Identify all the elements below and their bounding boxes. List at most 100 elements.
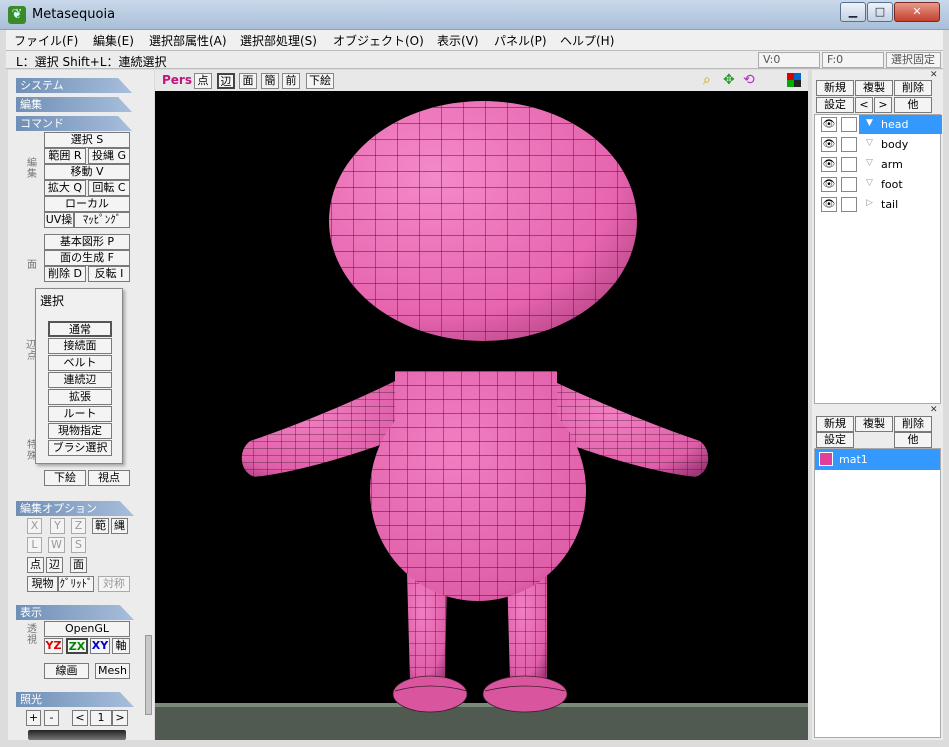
material-panel-close-icon[interactable]: ✕: [930, 405, 938, 415]
color-grid-icon[interactable]: [787, 73, 801, 87]
delete-button[interactable]: 削除 D: [44, 266, 86, 282]
uv-button[interactable]: UV操: [44, 212, 74, 228]
select-brush-button[interactable]: ブラシ選択: [48, 440, 112, 456]
view-front-button[interactable]: 前: [282, 73, 300, 89]
axis-z-toggle[interactable]: Z: [71, 518, 86, 534]
face-toggle[interactable]: 面: [70, 557, 87, 573]
menu-select-proc[interactable]: 選択部処理(S): [240, 32, 317, 49]
3d-viewport[interactable]: [155, 91, 808, 740]
range-button[interactable]: 範囲 R: [44, 148, 86, 164]
material-other-button[interactable]: 他: [894, 432, 932, 448]
menu-object[interactable]: オブジェクト(O): [333, 32, 424, 49]
perspective-label[interactable]: Pers: [162, 73, 192, 87]
visibility-eye-icon[interactable]: 👁: [821, 177, 837, 192]
screen-s-toggle[interactable]: S: [71, 537, 86, 553]
select-normal-button[interactable]: 通常: [48, 321, 112, 337]
material-settings-button[interactable]: 設定: [816, 432, 854, 448]
light-prev-button[interactable]: <: [72, 710, 88, 726]
axis-x-toggle[interactable]: X: [27, 518, 42, 534]
edge-toggle[interactable]: 辺: [46, 557, 63, 573]
range-option-toggle[interactable]: 範: [92, 518, 109, 534]
yz-view-button[interactable]: YZ: [44, 638, 63, 654]
visibility-eye-icon[interactable]: 👁: [821, 137, 837, 152]
view-underlay-button[interactable]: 下絵: [306, 73, 334, 89]
wireframe-button[interactable]: 線画: [44, 663, 89, 679]
visibility-eye-icon[interactable]: 👁: [821, 197, 837, 212]
object-prev-button[interactable]: <: [855, 97, 873, 113]
minimize-button[interactable]: ▁: [840, 2, 866, 22]
view-face-button[interactable]: 面: [239, 73, 257, 89]
lock-toggle[interactable]: [841, 137, 857, 152]
menu-panel[interactable]: パネル(P): [494, 32, 547, 49]
mesh-button[interactable]: Mesh: [95, 663, 130, 679]
close-button[interactable]: ✕: [894, 2, 940, 22]
face-generate-button[interactable]: 面の生成 F: [44, 250, 130, 266]
opengl-button[interactable]: OpenGL: [44, 621, 130, 637]
local-l-toggle[interactable]: L: [27, 537, 42, 553]
basic-shape-button[interactable]: 基本図形 P: [44, 234, 130, 250]
grid-toggle[interactable]: ｸﾞﾘｯﾄﾞ: [58, 576, 94, 592]
light-add-button[interactable]: +: [26, 710, 41, 726]
object-row-body[interactable]: 👁 ▽ body: [819, 135, 942, 154]
visibility-eye-icon[interactable]: 👁: [821, 157, 837, 172]
zoom-icon[interactable]: ⌕: [703, 72, 719, 88]
rotate-view-icon[interactable]: ⟲: [743, 72, 759, 88]
lasso-button[interactable]: 投縄 G: [88, 148, 130, 164]
light-remove-button[interactable]: -: [44, 710, 59, 726]
object-other-button[interactable]: 他: [894, 97, 932, 113]
zx-view-button[interactable]: ZX: [66, 638, 88, 654]
edit-header[interactable]: 編集: [16, 97, 132, 112]
select-expand-button[interactable]: 拡張: [48, 389, 112, 405]
object-next-button[interactable]: >: [874, 97, 892, 113]
symmetry-toggle[interactable]: 対称: [98, 576, 130, 592]
move-button[interactable]: 移動 V: [44, 164, 130, 180]
menu-file[interactable]: ファイル(F): [14, 32, 78, 49]
left-panel-scrollbar[interactable]: [145, 635, 152, 715]
expand-triangle-icon[interactable]: ▷: [866, 198, 873, 208]
xy-view-button[interactable]: XY: [90, 638, 110, 654]
lock-toggle[interactable]: [841, 197, 857, 212]
material-delete-button[interactable]: 削除: [894, 416, 932, 432]
view-point-button[interactable]: 点: [194, 73, 212, 89]
select-current-button[interactable]: 現物指定: [48, 423, 112, 439]
expand-triangle-icon[interactable]: ▽: [866, 158, 873, 168]
material-row-mat1[interactable]: mat1: [815, 449, 940, 470]
world-w-toggle[interactable]: W: [48, 537, 65, 553]
view-edge-button[interactable]: 辺: [217, 73, 235, 89]
select-loop-edge-button[interactable]: 連続辺: [48, 372, 112, 388]
menu-select-attr[interactable]: 選択部属性(A): [149, 32, 227, 49]
object-panel-close-icon[interactable]: ✕: [930, 70, 938, 80]
selection-lock-button[interactable]: 選択固定: [886, 52, 941, 68]
select-route-button[interactable]: ルート: [48, 406, 112, 422]
lock-toggle[interactable]: [841, 117, 857, 132]
view-simple-button[interactable]: 簡: [261, 73, 279, 89]
object-row-arm[interactable]: 👁 ▽ arm: [819, 155, 942, 174]
object-new-button[interactable]: 新規: [816, 80, 854, 96]
object-row-head[interactable]: 👁 ▼ head: [819, 115, 942, 134]
object-duplicate-button[interactable]: 複製: [855, 80, 893, 96]
lasso-option-toggle[interactable]: 縄: [111, 518, 128, 534]
display-header[interactable]: 表示: [16, 605, 134, 620]
axis-button[interactable]: 軸: [112, 638, 130, 654]
object-settings-button[interactable]: 設定: [816, 97, 854, 113]
lock-toggle[interactable]: [841, 177, 857, 192]
expand-triangle-icon[interactable]: ▼: [866, 118, 873, 128]
material-color-swatch[interactable]: [819, 452, 833, 466]
scale-button[interactable]: 拡大 Q: [44, 180, 86, 196]
viewpoint-button[interactable]: 視点: [88, 470, 130, 486]
object-row-foot[interactable]: 👁 ▽ foot: [819, 175, 942, 194]
point-toggle[interactable]: 点: [27, 557, 44, 573]
maximize-button[interactable]: □: [867, 2, 893, 22]
menu-view[interactable]: 表示(V): [437, 32, 479, 49]
mapping-button[interactable]: ﾏｯﾋﾟﾝｸﾞ: [74, 212, 130, 228]
lock-toggle[interactable]: [841, 157, 857, 172]
menu-help[interactable]: ヘルプ(H): [560, 32, 614, 49]
flip-button[interactable]: 反転 I: [88, 266, 130, 282]
command-header[interactable]: コマンド: [16, 116, 132, 131]
menu-edit[interactable]: 編集(E): [93, 32, 134, 49]
lighting-header[interactable]: 照光: [16, 692, 134, 707]
visibility-eye-icon[interactable]: 👁: [821, 117, 837, 132]
edit-options-header[interactable]: 編集オプション: [16, 501, 134, 516]
material-duplicate-button[interactable]: 複製: [855, 416, 893, 432]
material-new-button[interactable]: 新規: [816, 416, 854, 432]
